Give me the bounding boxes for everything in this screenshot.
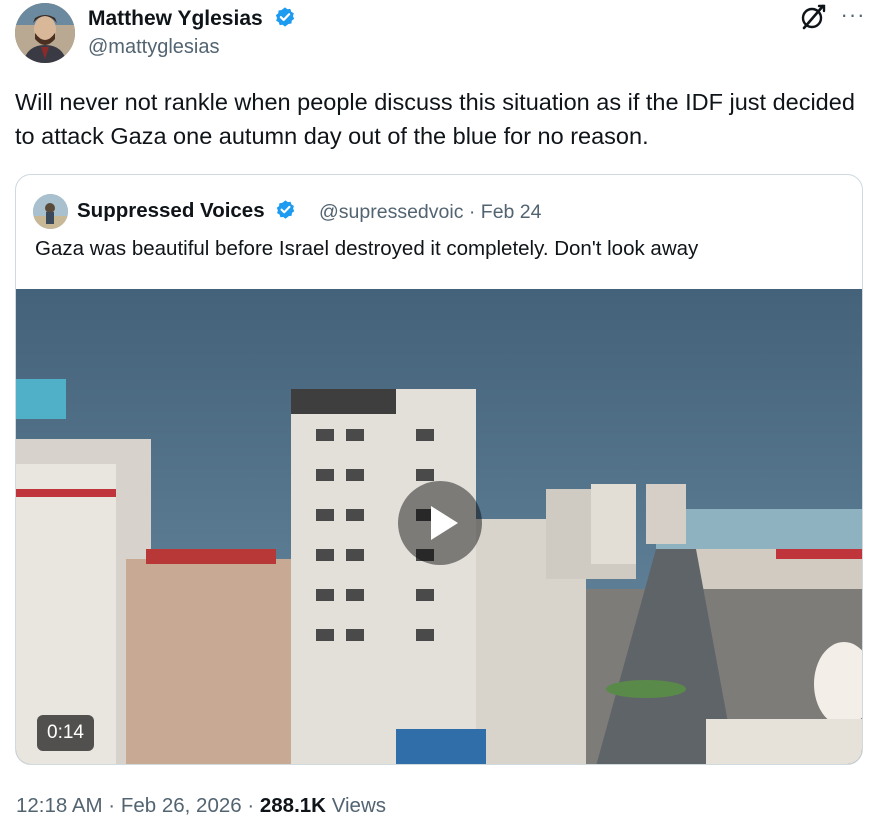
quoted-author-handle[interactable]: @supressedvoic [319, 201, 463, 223]
tweet-footer: 12:18 AM · Feb 26, 2026 · 288.1K Views [16, 794, 386, 818]
footer-separator: · [241, 794, 260, 817]
author-avatar[interactable] [15, 3, 75, 63]
verified-badge-icon [274, 6, 296, 34]
quoted-date[interactable]: · Feb 24 [469, 201, 542, 223]
views-label: Views [331, 794, 387, 817]
quoted-meta: @supressedvoic · Feb 24 [319, 201, 542, 224]
play-button[interactable] [398, 481, 482, 565]
quoted-tweet-card[interactable]: Suppressed Voices @supressedvoic · Feb 2… [15, 174, 863, 765]
tweet-text: Will never not rankle when people discus… [15, 89, 855, 149]
video-duration: 0:14 [37, 715, 94, 751]
play-icon [431, 506, 458, 540]
video-player[interactable]: 0:14 [16, 289, 862, 764]
tweet-timestamp[interactable]: 12:18 AM · Feb 26, 2026 [16, 794, 242, 817]
author-name-row[interactable]: Matthew Yglesias [88, 6, 296, 34]
more-icon[interactable]: ··· [838, 4, 868, 30]
views-count: 288.1K [259, 794, 326, 817]
quoted-author-name[interactable]: Suppressed Voices [77, 199, 265, 222]
verified-badge-icon [275, 199, 296, 226]
author-handle[interactable]: @mattyglesias [88, 36, 219, 59]
author-name[interactable]: Matthew Yglesias [88, 7, 263, 30]
quoted-author-name-row[interactable]: Suppressed Voices [77, 199, 296, 226]
quoted-tweet-text: Gaza was beautiful before Israel destroy… [35, 237, 699, 260]
grok-icon[interactable] [798, 2, 828, 32]
quoted-author-avatar[interactable] [33, 194, 68, 229]
